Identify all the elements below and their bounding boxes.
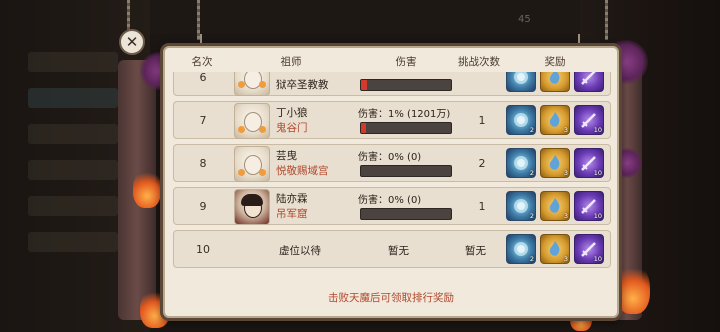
master-portrait bbox=[234, 103, 270, 139]
header-reward: 奖励 bbox=[544, 56, 566, 68]
background-topbar: 45 bbox=[150, 0, 580, 34]
portrait-ornament bbox=[259, 169, 266, 176]
table-row: 7 丁小狼 鬼谷门 伤害：1% (1201万) 1 2 3 10 bbox=[173, 101, 611, 139]
master-sect: 鬼谷门 bbox=[276, 122, 308, 134]
portrait-ornament bbox=[238, 81, 245, 88]
damage-text: 伤害：1% (1201万) bbox=[358, 109, 451, 120]
sword-icon[interactable]: 10 bbox=[574, 234, 604, 264]
reward-count: 3 bbox=[563, 169, 568, 177]
reward-count: 2 bbox=[529, 255, 534, 263]
damage-bar bbox=[360, 165, 452, 177]
flame-decoration bbox=[616, 262, 650, 314]
portrait-ornament bbox=[259, 126, 266, 133]
header-damage: 伤害 bbox=[395, 56, 417, 68]
background-sidebar-row bbox=[28, 196, 118, 216]
ranking-list[interactable]: 6 狱卒圣教教 7 丁小狼 鬼谷门 伤害：1% (1201万) 1 2 3 10… bbox=[171, 72, 611, 294]
blue-orb-icon[interactable]: 2 bbox=[506, 234, 536, 264]
master-sect: 悦敬赐域宫 bbox=[276, 165, 329, 177]
rank-number: 8 bbox=[199, 157, 207, 170]
master-portrait bbox=[234, 146, 270, 182]
header-master: 祖师 bbox=[280, 56, 302, 68]
background-sidebar-row bbox=[28, 88, 118, 108]
sword-icon[interactable]: 10 bbox=[574, 105, 604, 135]
header-challenges: 挑战次数 bbox=[458, 56, 500, 68]
blue-orb-icon[interactable]: 2 bbox=[506, 105, 536, 135]
portrait-ornament bbox=[259, 81, 266, 88]
sword-icon[interactable] bbox=[574, 72, 604, 92]
spirit-flame-icon[interactable] bbox=[540, 72, 570, 92]
master-sect: 吊军窟 bbox=[276, 208, 308, 220]
reward-count: 10 bbox=[593, 255, 602, 263]
reward-count: 2 bbox=[529, 169, 534, 177]
portrait-hair bbox=[241, 194, 263, 206]
damage-bar-fill bbox=[361, 123, 367, 133]
reward-count: 10 bbox=[593, 126, 602, 134]
damage-bar bbox=[360, 122, 452, 134]
table-row: 8 芸曳 悦敬赐域宫 伤害：0% (0) 2 2 3 10 bbox=[173, 144, 611, 182]
portrait-ornament bbox=[238, 169, 245, 176]
close-button[interactable]: ✕ bbox=[119, 29, 145, 55]
damage-bar bbox=[360, 208, 452, 220]
blue-orb-icon[interactable]: 2 bbox=[506, 148, 536, 178]
master-name: 狱卒圣教教 bbox=[276, 79, 329, 91]
background-sidebar-row bbox=[28, 52, 118, 72]
master-portrait bbox=[234, 189, 270, 225]
reward-count: 3 bbox=[563, 255, 568, 263]
blue-orb-icon[interactable]: 2 bbox=[506, 191, 536, 221]
sword-icon[interactable]: 10 bbox=[574, 191, 604, 221]
spirit-flame-icon[interactable]: 3 bbox=[540, 191, 570, 221]
damage-text: 暂无 bbox=[388, 245, 409, 257]
table-row: 10 虚位以待 暂无 暂无 2 3 10 bbox=[173, 230, 611, 268]
background-top-number: 45 bbox=[518, 14, 531, 25]
challenge-count: 暂无 bbox=[465, 245, 486, 257]
table-row: 6 狱卒圣教教 bbox=[173, 72, 611, 96]
rank-number: 9 bbox=[199, 200, 207, 213]
damage-bar-fill bbox=[361, 80, 368, 90]
table-header: 名次 祖师 伤害 挑战次数 奖励 bbox=[165, 48, 617, 72]
reward-count: 2 bbox=[529, 126, 534, 134]
blue-orb-icon[interactable] bbox=[506, 72, 536, 92]
reward-count: 3 bbox=[563, 126, 568, 134]
challenge-count: 1 bbox=[478, 200, 486, 213]
master-name: 陆亦霖 bbox=[276, 193, 308, 205]
rank-number: 10 bbox=[196, 243, 210, 256]
damage-text: 伤害：0% (0) bbox=[358, 195, 422, 206]
close-icon: ✕ bbox=[125, 33, 139, 51]
portrait-ornament bbox=[238, 126, 245, 133]
master-name: 丁小狼 bbox=[276, 107, 308, 119]
reward-count: 10 bbox=[593, 169, 602, 177]
spirit-flame-icon[interactable]: 3 bbox=[540, 148, 570, 178]
header-rank: 名次 bbox=[191, 56, 213, 68]
damage-text: 伤害：0% (0) bbox=[358, 152, 422, 163]
damage-bar bbox=[360, 79, 452, 91]
challenge-count: 2 bbox=[478, 157, 486, 170]
placeholder-name: 虚位以待 bbox=[279, 245, 321, 257]
reward-count: 10 bbox=[593, 212, 602, 220]
background-sidebar-row bbox=[28, 124, 118, 144]
spirit-flame-icon[interactable]: 3 bbox=[540, 234, 570, 264]
rope-decoration bbox=[605, 0, 608, 40]
ranking-panel: 名次 祖师 伤害 挑战次数 奖励 6 狱卒圣教教 7 丁小狼 鬼谷门 伤害：1%… bbox=[163, 46, 619, 318]
challenge-count: 1 bbox=[478, 114, 486, 127]
master-portrait bbox=[234, 72, 270, 96]
sword-icon[interactable]: 10 bbox=[574, 148, 604, 178]
footer-note: 击败天魔后可领取排行奖励 bbox=[328, 292, 454, 304]
background-sidebar-row bbox=[28, 232, 118, 252]
table-row: 9 陆亦霖 吊军窟 伤害：0% (0) 1 2 3 10 bbox=[173, 187, 611, 225]
spirit-flame-icon[interactable]: 3 bbox=[540, 105, 570, 135]
rank-number: 7 bbox=[199, 114, 207, 127]
background-sidebar-row bbox=[28, 160, 118, 180]
master-name: 芸曳 bbox=[276, 150, 297, 162]
flame-decoration bbox=[133, 168, 161, 208]
rank-number: 6 bbox=[199, 72, 207, 84]
reward-count: 2 bbox=[529, 212, 534, 220]
reward-count: 3 bbox=[563, 212, 568, 220]
